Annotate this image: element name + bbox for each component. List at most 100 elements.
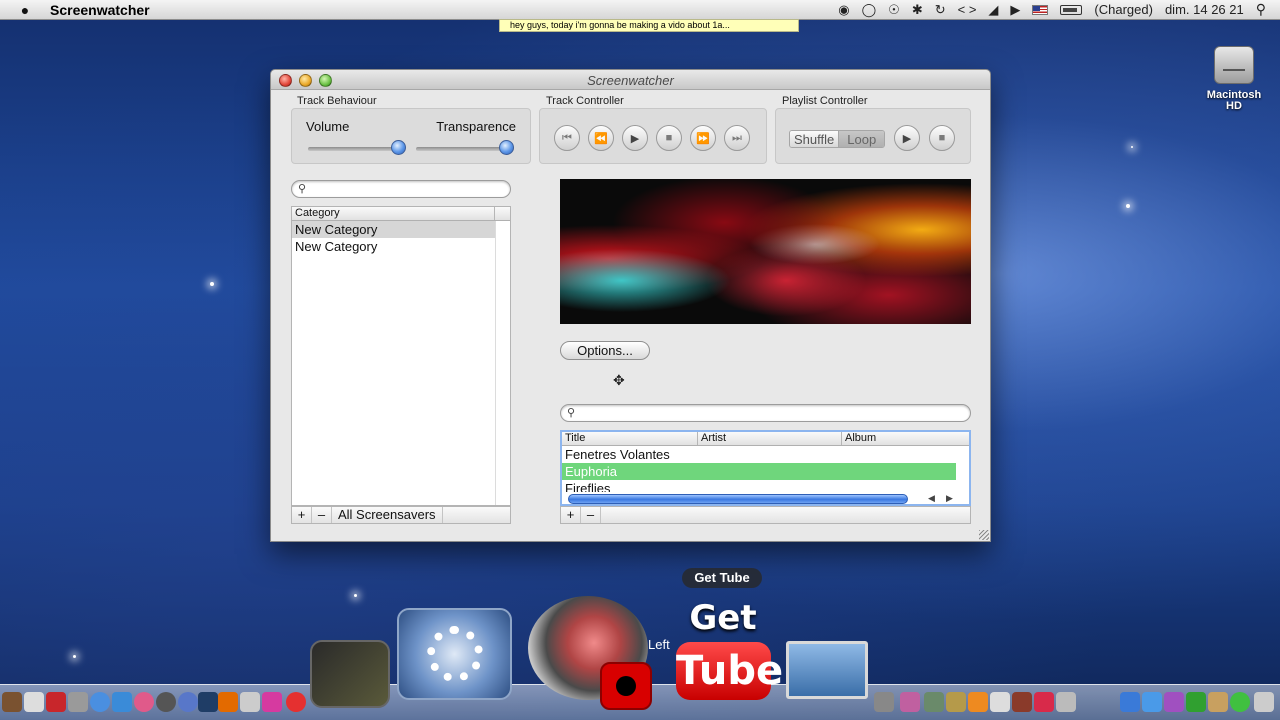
remove-category-button[interactable]: – [312,507,332,523]
stop-icon[interactable]: ■ [656,125,682,151]
title-header[interactable]: Title [562,432,698,445]
battery-icon[interactable] [1060,4,1083,15]
time-machine-icon[interactable]: ↻ [935,2,946,18]
app-icon[interactable] [900,692,920,712]
utility-icon[interactable] [874,692,894,712]
search-icon: ⚲ [298,183,307,195]
track-behaviour-label: Track Behaviour [297,95,377,107]
app-icon[interactable] [156,692,176,712]
app-icon[interactable] [1230,692,1250,712]
app-icon[interactable] [262,692,282,712]
app-icon[interactable] [990,692,1010,712]
move-cursor-icon: ✥ [613,372,625,388]
app-icon[interactable] [924,692,944,712]
get-tube-icon[interactable]: Tube [676,642,783,700]
menu-clock[interactable]: dim. 14 26 21 [1165,2,1244,17]
battery-status[interactable]: (Charged) [1094,2,1153,17]
transparence-label: Transparence [436,119,516,134]
playlist-play-icon[interactable]: ▶ [894,125,920,151]
illustrator-icon[interactable] [218,692,238,712]
shuffle-loop-control[interactable]: Shuffle Loop [789,130,886,148]
scroll-right-icon[interactable]: ▶ [946,493,953,504]
dock-tooltip: Get Tube [682,568,762,588]
pencil-icon[interactable] [2,692,22,712]
last-track-icon[interactable]: ⏭ [724,125,750,151]
volume-slider[interactable] [308,147,404,151]
app-icon[interactable] [240,692,260,712]
timer-icon[interactable]: ◯ [862,2,877,18]
horizontal-scrollbar[interactable]: ◀ ▶ [562,493,969,504]
app-icon[interactable] [178,692,198,712]
flag-icon[interactable] [1032,4,1049,15]
accessibility-icon[interactable]: ☉ [888,2,900,18]
scrollbar-thumb[interactable] [568,494,908,504]
app-menu-name[interactable]: Screenwatcher [50,2,150,18]
app-icon[interactable] [134,692,154,712]
category-column-header[interactable]: Category [292,207,510,221]
add-track-button[interactable]: + [561,507,581,523]
app-icon[interactable] [1012,692,1032,712]
bluetooth-icon[interactable]: ✱ [912,2,923,18]
app-icon[interactable] [286,692,306,712]
app-icon[interactable] [946,692,966,712]
track-row[interactable]: Fireflies [562,480,969,492]
playlist-stop-icon[interactable]: ■ [929,125,955,151]
loop-button[interactable]: Loop [838,131,885,147]
headset-icon[interactable]: ◉ [838,2,849,18]
app-icon[interactable] [68,692,88,712]
app-icon[interactable] [1186,692,1206,712]
tracks-list[interactable]: Title Artist Album Fenetres Volantes Eup… [560,430,971,506]
macintosh-hd-icon[interactable]: Macintosh HD [1200,46,1268,112]
fast-forward-icon[interactable]: ⏩ [690,125,716,151]
safari-icon[interactable] [90,692,110,712]
tracks-toolbar: + – [560,506,971,524]
tracks-search-input[interactable]: ⚲ [560,404,971,422]
vlc-icon[interactable] [968,692,988,712]
apple-menu-icon[interactable]: ● [0,2,50,18]
video-app-icon[interactable] [310,640,390,708]
wifi-icon[interactable]: ◢ [988,2,998,18]
list-item[interactable]: New Category [292,221,495,238]
volume-slider-knob[interactable] [391,140,406,155]
track-row[interactable]: Fenetres Volantes [562,446,969,463]
album-header[interactable]: Album [842,432,969,445]
app-icon[interactable] [46,692,66,712]
imac-screen-icon[interactable] [786,641,868,699]
add-category-button[interactable]: + [292,507,312,523]
preview-icon[interactable] [24,692,44,712]
rewind-icon[interactable]: ⏪ [588,125,614,151]
remove-track-button[interactable]: – [581,507,601,523]
options-button[interactable]: Options... [560,341,650,360]
system-preferences-icon[interactable] [397,608,512,700]
scroll-left-icon[interactable]: ◀ [928,493,935,504]
star [354,594,357,597]
category-list[interactable]: Category New Category New Category [291,206,511,506]
volume-icon[interactable]: ▶ [1010,2,1020,18]
resize-grip-icon[interactable] [979,530,989,540]
shuffle-button[interactable]: Shuffle [790,131,839,147]
first-track-icon[interactable]: ⏮ [554,125,580,151]
app-icon[interactable] [1034,692,1054,712]
app-icon[interactable] [1254,692,1274,712]
tracks-column-header: Title Artist Album [562,432,969,446]
trash-icon[interactable] [1056,692,1076,712]
track-row[interactable]: Euphoria [562,463,956,480]
spotlight-icon[interactable]: ⚲ [1256,1,1266,18]
record-button[interactable] [600,662,652,710]
volume-label: Volume [306,119,350,134]
photoshop-icon[interactable] [198,692,218,712]
transparence-slider-knob[interactable] [499,140,514,155]
app-icon[interactable] [1164,692,1184,712]
all-screensavers-button[interactable]: All Screensavers [332,507,443,523]
artist-header[interactable]: Artist [698,432,842,445]
list-item[interactable]: New Category [292,238,510,255]
app-icon[interactable] [1142,692,1162,712]
category-header[interactable]: Category [292,207,495,220]
category-search-input[interactable]: ⚲ [291,180,511,198]
title-bar[interactable]: Screenwatcher [271,70,990,90]
input-switch-icon[interactable]: < > [958,2,977,17]
app-icon[interactable] [1208,692,1228,712]
finder-icon[interactable] [112,692,132,712]
play-icon[interactable]: ▶ [622,125,648,151]
app-icon[interactable] [1120,692,1140,712]
